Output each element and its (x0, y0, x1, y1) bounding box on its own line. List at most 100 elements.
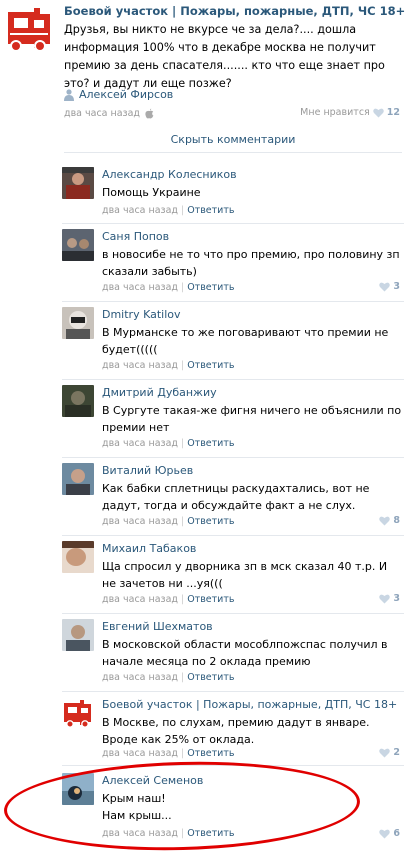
apple-icon (145, 108, 154, 119)
post: Боевой участок | Пожары, пожарные, ДТП, … (0, 0, 410, 125)
meta-separator: | (180, 438, 185, 449)
reply-link[interactable]: Ответить (187, 516, 234, 527)
reply-link[interactable]: Ответить (187, 205, 234, 216)
comment-like-button[interactable]: 3 (379, 281, 400, 292)
user-icon (64, 88, 74, 101)
like-count: 12 (386, 107, 400, 118)
comment-text: В московской области мособлпожспас получ… (102, 638, 388, 668)
comment-time[interactable]: два часа назад (102, 438, 178, 449)
comment: Александр Колесников Помощь Украине два … (62, 162, 404, 224)
comment-text: В Москве, по слухам, премию дадут в янва… (102, 716, 370, 746)
comment-meta: два часа назад | Ответить (102, 282, 234, 293)
avatar[interactable] (62, 773, 94, 805)
meta-separator: | (180, 594, 185, 605)
reply-link[interactable]: Ответить (187, 282, 234, 293)
like-count: 2 (393, 747, 400, 758)
like-count: 3 (393, 281, 400, 292)
avatar[interactable] (62, 463, 94, 495)
meta-separator: | (180, 205, 185, 216)
comment-text: В Мурманске то же поговаривают что преми… (102, 326, 389, 356)
comment-time[interactable]: два часа назад (102, 594, 178, 605)
comment: Виталий Юрьев Как бабки сплетницы раскуд… (62, 458, 404, 536)
comment-meta: два часа назад | Ответить (102, 516, 234, 527)
comment-like-button[interactable]: 6 (379, 828, 400, 839)
reply-link[interactable]: Ответить (187, 438, 234, 449)
heart-icon (373, 108, 384, 117)
comment-meta: два часа назад | Ответить (102, 205, 234, 216)
avatar[interactable] (62, 619, 94, 651)
heart-icon (379, 594, 391, 603)
meta-separator: | (180, 360, 185, 371)
comment-author[interactable]: Дмитрий Дубанжиу (102, 386, 217, 399)
meta-separator: | (180, 748, 185, 759)
comment-time[interactable]: два часа назад (102, 360, 178, 371)
group-logo[interactable] (4, 4, 54, 54)
reply-link[interactable]: Ответить (187, 748, 234, 759)
avatar[interactable] (62, 385, 94, 417)
like-count: 3 (393, 593, 400, 604)
like-label: Мне нравится (300, 107, 370, 118)
signer-name[interactable]: Алексей Фирсов (79, 88, 173, 101)
post-title[interactable]: Боевой участок | Пожары, пожарные, ДТП, … (64, 4, 405, 18)
meta-separator: | (180, 516, 185, 527)
post-signer[interactable]: Алексей Фирсов (64, 88, 173, 101)
comment-text: Ща спросил у дворника зп в мск сказал 40… (102, 560, 388, 590)
comment-time[interactable]: два часа назад (102, 672, 178, 683)
post-text: Друзья, вы никто не вкурсе че за дела?..… (64, 23, 385, 90)
avatar[interactable] (62, 229, 94, 261)
heart-icon (379, 516, 391, 525)
like-count: 6 (393, 828, 400, 839)
post-like-button[interactable]: Мне нравится 12 (300, 107, 400, 118)
meta-separator: | (180, 828, 185, 839)
reply-link[interactable]: Ответить (187, 360, 234, 371)
avatar[interactable] (62, 541, 94, 573)
comment-meta: два часа назад | Ответить (102, 828, 234, 839)
comment-author[interactable]: Dmitry Katilov (102, 308, 181, 321)
comment: Алексей Семенов Крым наш! Нам крыш... дв… (62, 768, 404, 844)
hide-comments-link[interactable]: Скрыть комментарии (64, 133, 402, 146)
comment: Боевой участок | Пожары, пожарные, ДТП, … (62, 692, 404, 766)
comment-author[interactable]: Алексей Семенов (102, 774, 203, 787)
comment: Dmitry Katilov В Мурманске то же поговар… (62, 302, 404, 380)
comment-time[interactable]: два часа назад (102, 748, 178, 759)
comment-text: Крым наш! Нам крыш... (102, 792, 172, 822)
comment-meta: два часа назад | Ответить (102, 438, 234, 449)
comment-author[interactable]: Боевой участок | Пожары, пожарные, ДТП, … (102, 698, 397, 711)
comment-meta: два часа назад | Ответить (102, 594, 234, 605)
post-time[interactable]: два часа назад (64, 108, 140, 119)
reply-link[interactable]: Ответить (187, 828, 234, 839)
divider (64, 152, 402, 153)
comment-author[interactable]: Евгений Шехматов (102, 620, 213, 633)
comment-like-button[interactable]: 8 (379, 515, 400, 526)
comment-author[interactable]: Саня Попов (102, 230, 169, 243)
comment-author[interactable]: Александр Колесников (102, 168, 237, 181)
heart-icon (379, 748, 391, 757)
reply-link[interactable]: Ответить (187, 672, 234, 683)
like-count: 8 (393, 515, 400, 526)
meta-separator: | (180, 672, 185, 683)
comment-author[interactable]: Михаил Табаков (102, 542, 196, 555)
comment-like-button[interactable]: 2 (379, 747, 400, 758)
avatar[interactable] (62, 697, 94, 729)
comment-text: Помощь Украине (102, 186, 201, 199)
comment-meta: два часа назад | Ответить (102, 672, 234, 683)
comment-author[interactable]: Виталий Юрьев (102, 464, 193, 477)
comment-time[interactable]: два часа назад (102, 282, 178, 293)
comment-meta: два часа назад | Ответить (102, 748, 234, 759)
comment-text: В Сургуте такая-же фигня ничего не объяс… (102, 404, 402, 434)
comment-time[interactable]: два часа назад (102, 828, 178, 839)
heart-icon (379, 829, 391, 838)
comment: Михаил Табаков Ща спросил у дворника зп … (62, 536, 404, 614)
comment: Евгений Шехматов В московской области мо… (62, 614, 404, 692)
reply-link[interactable]: Ответить (187, 594, 234, 605)
meta-separator: | (180, 282, 185, 293)
avatar[interactable] (62, 167, 94, 199)
comment-text: Как бабки сплетницы раскудахтались, вот … (102, 482, 370, 512)
avatar[interactable] (62, 307, 94, 339)
heart-icon (379, 282, 391, 291)
comment-like-button[interactable]: 3 (379, 593, 400, 604)
post-meta: два часа назад (64, 108, 154, 119)
comment-time[interactable]: два часа назад (102, 516, 178, 527)
comment: Дмитрий Дубанжиу В Сургуте такая-же фигн… (62, 380, 404, 458)
comment-time[interactable]: два часа назад (102, 205, 178, 216)
